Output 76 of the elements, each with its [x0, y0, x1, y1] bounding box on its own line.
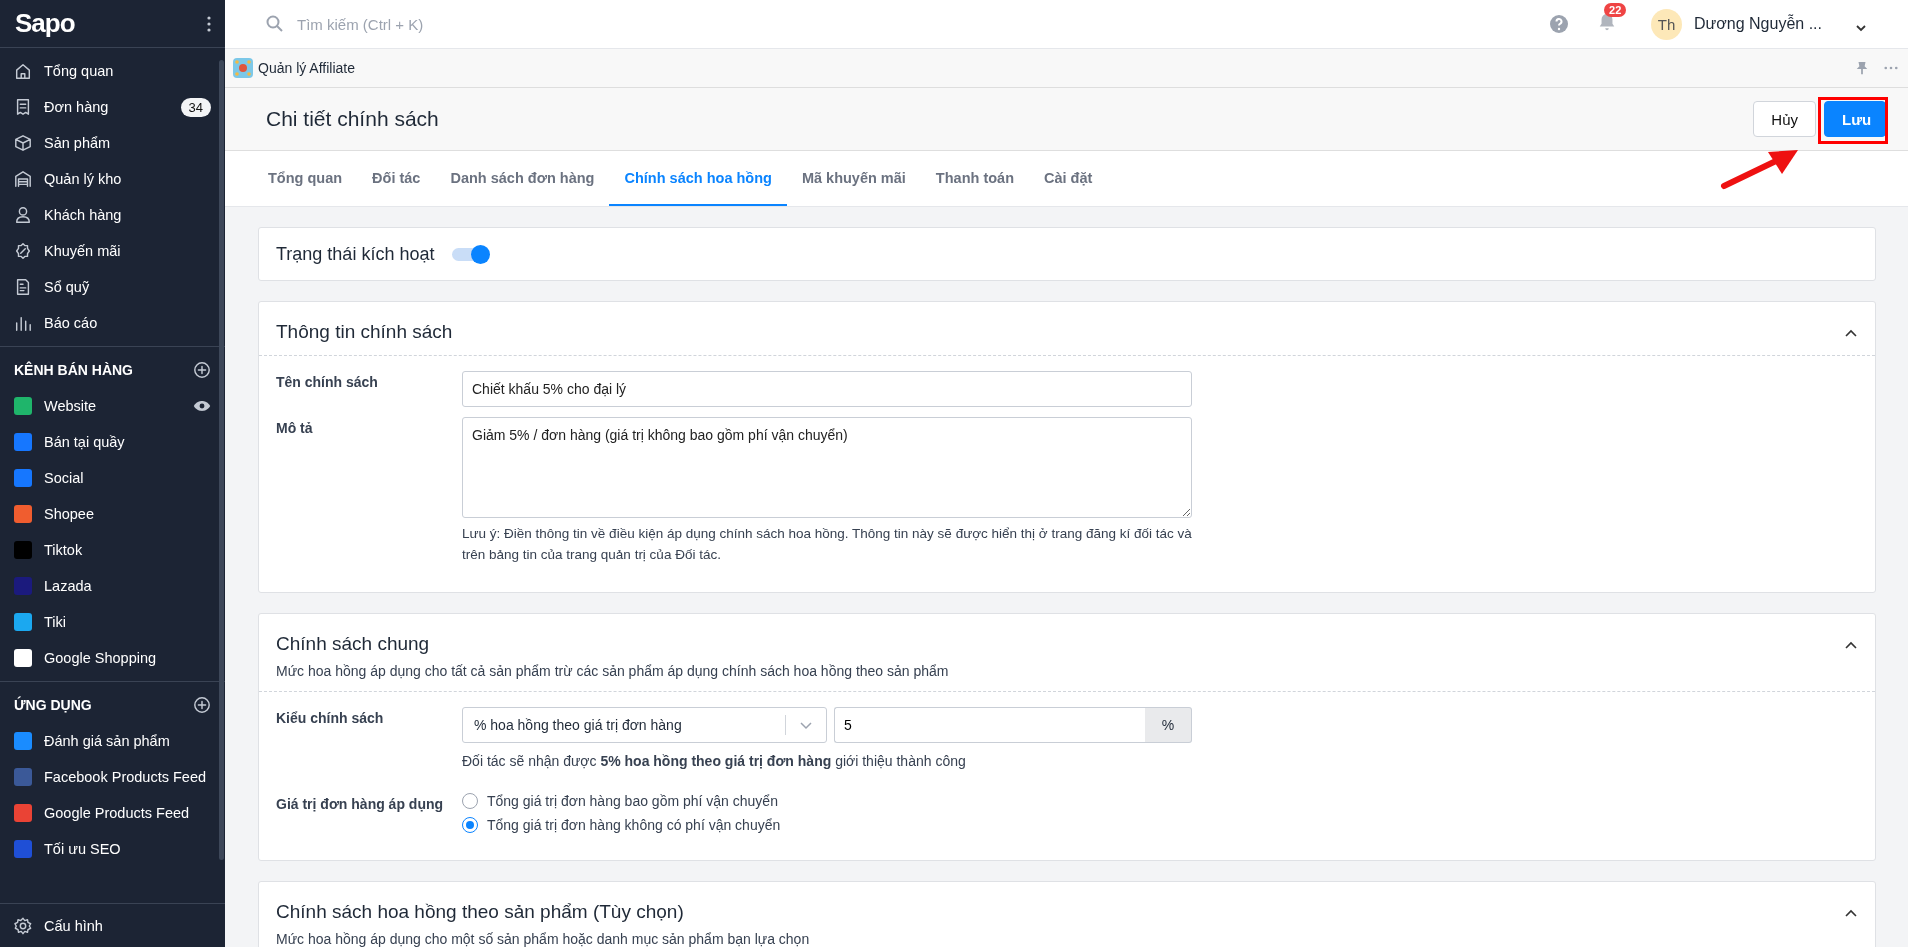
add-icon[interactable]	[193, 696, 211, 714]
notification-badge: 22	[1604, 3, 1627, 17]
field-label: Kiểu chính sách	[276, 709, 385, 728]
sidebar-item[interactable]: Website	[0, 388, 225, 424]
sidebar-item[interactable]: Lazada	[0, 568, 225, 604]
sidebar-item[interactable]: Khách hàng	[0, 197, 225, 233]
sidebar-item[interactable]: Bán tại quầy	[0, 424, 225, 460]
tab[interactable]: Mã khuyến mãi	[786, 151, 921, 206]
card-title: Thông tin chính sách	[276, 321, 453, 343]
section-heading: ỨNG DỤNG	[14, 697, 92, 713]
tab[interactable]: Cài đặt	[1029, 151, 1108, 206]
network-icon	[233, 58, 253, 78]
search-field[interactable]: Tìm kiếm (Ctrl + K)	[295, 14, 695, 34]
tab[interactable]: Danh sách đơn hàng	[435, 151, 610, 206]
highlight-frame	[1818, 97, 1888, 144]
tab[interactable]: Đối tác	[357, 151, 436, 206]
option-label: Tổng giá trị đơn hàng bao gồm phí vận chuyển	[487, 793, 778, 809]
person-icon	[14, 206, 32, 224]
sidebar-item[interactable]: Đánh giá sản phẩm	[0, 723, 225, 759]
user-name[interactable]: Dương Nguyễn ...	[1694, 15, 1822, 33]
field-label: Mô tả	[276, 419, 314, 438]
app-title: Quản lý Affiliate	[258, 60, 357, 76]
sidebar-item[interactable]: Sản phẩm	[0, 125, 225, 161]
sidebar-item[interactable]: Social	[0, 460, 225, 496]
sidebar-item[interactable]: Tổng quan	[0, 53, 225, 89]
section-heading: KÊNH BÁN HÀNG	[14, 362, 133, 378]
sidebar-item[interactable]: Facebook Products Feed	[0, 759, 225, 795]
field-label: Giá trị đơn hàng áp dụng	[276, 795, 445, 814]
summary-text: Đối tác sẽ nhận được 5% hoa hồng theo giá trị đơn hàng giới thiệu thành công	[462, 753, 967, 769]
add-icon[interactable]	[193, 361, 211, 379]
box-icon	[14, 134, 32, 152]
card-subtitle: Mức hoa hồng áp dụng cho một số sản phẩm hoặc danh mục sản phẩm bạn lựa chọn	[276, 931, 810, 947]
cancel-button[interactable]: Hủy	[1753, 101, 1816, 137]
card-title: Trạng thái kích hoạt	[276, 243, 435, 265]
radio-option[interactable]: Tổng giá trị đơn hàng bao gồm phí vận chuyển	[462, 793, 1192, 809]
ledger-icon	[14, 278, 32, 296]
count-badge: 34	[180, 97, 211, 117]
warehouse-icon	[14, 170, 32, 188]
option-label: Tổng giá trị đơn hàng không có phí vận chuyển	[487, 817, 781, 833]
tab[interactable]: Thanh toán	[920, 151, 1029, 206]
sidebar-item[interactable]: Tiki	[0, 604, 225, 640]
tab[interactable]: Chính sách hoa hồng	[609, 151, 787, 206]
scrollbar[interactable]	[219, 60, 224, 860]
radio-option[interactable]: Tổng giá trị đơn hàng không có phí vận chuyển	[462, 817, 1192, 833]
sidebar-item[interactable]: Tối ưu SEO	[0, 831, 225, 867]
sidebar-item[interactable]: Cấu hình	[0, 907, 117, 944]
more-icon[interactable]	[207, 15, 211, 32]
field-label: Tên chính sách	[276, 373, 379, 392]
sidebar-item[interactable]: Google Shopping	[0, 640, 225, 676]
toggle-switch[interactable]	[452, 245, 491, 263]
gear-icon	[14, 916, 32, 935]
sidebar-item[interactable]: Shopee	[0, 496, 225, 532]
input-field[interactable]: Chiết khấu 5% cho đại lý	[462, 371, 1192, 407]
sidebar-item[interactable]: Google Products Feed	[0, 795, 225, 831]
sidebar-item[interactable]: Quản lý kho	[0, 161, 225, 197]
help-text: Lưu ý: Điền thông tin về điều kiện áp dụng chính sách hoa hồng. Thông tin này sẽ được hiển thị ở trang đăng kí đối tác và trên bảng tin của trang quản trị của Đối tác.	[462, 525, 1192, 564]
receipt-icon	[14, 98, 32, 116]
home-icon	[14, 62, 32, 80]
save-button[interactable]: Lưu	[1824, 101, 1886, 137]
card-title: Chính sách hoa hồng theo sản phẩm (Tùy chọn)	[276, 901, 685, 923]
card-title: Chính sách chung	[276, 633, 431, 655]
sidebar-item[interactable]: Sổ quỹ	[0, 269, 225, 305]
dropdown[interactable]: % hoa hồng theo giá trị đơn hàng	[462, 707, 827, 743]
page-title: Chi tiết chính sách	[266, 107, 440, 131]
discount-icon	[14, 242, 32, 260]
sidebar-item[interactable]: Đơn hàng 34	[0, 89, 225, 125]
logo: Sapo	[15, 8, 75, 39]
avatar[interactable]: Th	[1651, 8, 1683, 40]
sidebar-item[interactable]: Báo cáo	[0, 305, 225, 341]
search-icon	[265, 14, 285, 34]
sidebar-item[interactable]: Khuyến mãi	[0, 233, 225, 269]
card-subtitle: Mức hoa hồng áp dụng cho tất cả sản phẩm trừ các sản phẩm áp dụng chính sách hoa hồng theo sản phẩm	[276, 663, 949, 679]
sidebar-item[interactable]: Tiktok	[0, 532, 225, 568]
bar-chart-icon	[14, 314, 32, 332]
tab[interactable]: Tổng quan	[253, 151, 358, 206]
textarea-field[interactable]: Giảm 5% / đơn hàng (giá trị không bao gồm phí vận chuyển)	[462, 417, 1192, 518]
